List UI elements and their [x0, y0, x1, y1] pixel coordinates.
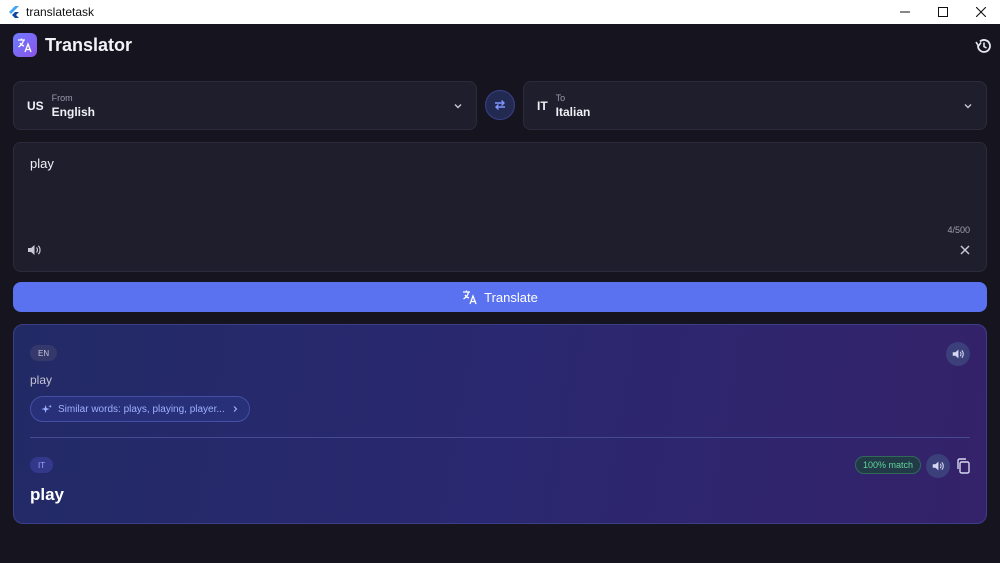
- to-caption: To: [555, 92, 566, 103]
- similar-words-chip[interactable]: Similar words: plays, playing, player...: [30, 396, 250, 422]
- close-window-button[interactable]: [962, 0, 1000, 24]
- to-language-code: IT: [537, 98, 548, 113]
- app-title: Translator: [45, 34, 133, 55]
- close-icon[interactable]: [958, 243, 972, 257]
- source-text-display: play: [30, 373, 53, 387]
- character-counter: 4/500: [947, 225, 970, 235]
- source-text-value[interactable]: play: [30, 156, 54, 171]
- similar-words-text: Similar words: plays, playing, player...: [58, 403, 225, 415]
- source-language-badge: EN: [30, 345, 58, 361]
- speaker-icon[interactable]: [26, 242, 42, 258]
- from-language-select[interactable]: US From English: [13, 81, 477, 130]
- translate-icon: [463, 290, 477, 305]
- to-language-select[interactable]: IT To Italian: [523, 81, 987, 130]
- translated-text: play: [30, 485, 65, 504]
- speak-translation-button[interactable]: [926, 454, 950, 478]
- flutter-logo-icon: [9, 6, 19, 18]
- window-titlebar: translatetask: [0, 0, 1000, 24]
- target-language-badge: IT: [30, 457, 54, 473]
- translation-result-card: EN play Similar words: plays, playing, p…: [13, 324, 987, 524]
- app-header: Translator: [13, 33, 132, 57]
- sparkle-icon: [41, 403, 52, 413]
- from-language-name: English: [51, 104, 96, 119]
- history-icon[interactable]: [974, 36, 994, 56]
- maximize-icon: [938, 7, 948, 17]
- maximize-button[interactable]: [924, 0, 962, 24]
- to-language-name: Italian: [555, 104, 591, 119]
- speaker-icon: [952, 349, 964, 359]
- from-language-code: US: [27, 98, 44, 113]
- minimize-button[interactable]: [886, 0, 924, 24]
- close-icon: [976, 7, 986, 17]
- translate-button-label: Translate: [484, 289, 538, 305]
- source-text-input[interactable]: play 4/500: [13, 142, 987, 272]
- minimize-icon: [900, 11, 910, 13]
- match-badge: 100% match: [854, 456, 921, 474]
- chevron-down-icon: [964, 103, 972, 108]
- swap-languages-button[interactable]: [485, 90, 515, 120]
- chevron-right-icon: [233, 406, 238, 412]
- chevron-down-icon: [454, 103, 462, 108]
- window-title: translatetask: [26, 5, 95, 19]
- translate-icon: [18, 38, 32, 53]
- app-logo: [13, 33, 37, 57]
- translate-button[interactable]: Translate: [13, 282, 987, 312]
- swap-icon: [495, 100, 505, 110]
- speak-source-button[interactable]: [946, 342, 970, 366]
- result-divider: [30, 437, 970, 438]
- speaker-icon: [932, 461, 944, 471]
- from-caption: From: [51, 92, 73, 103]
- copy-icon[interactable]: [956, 458, 970, 474]
